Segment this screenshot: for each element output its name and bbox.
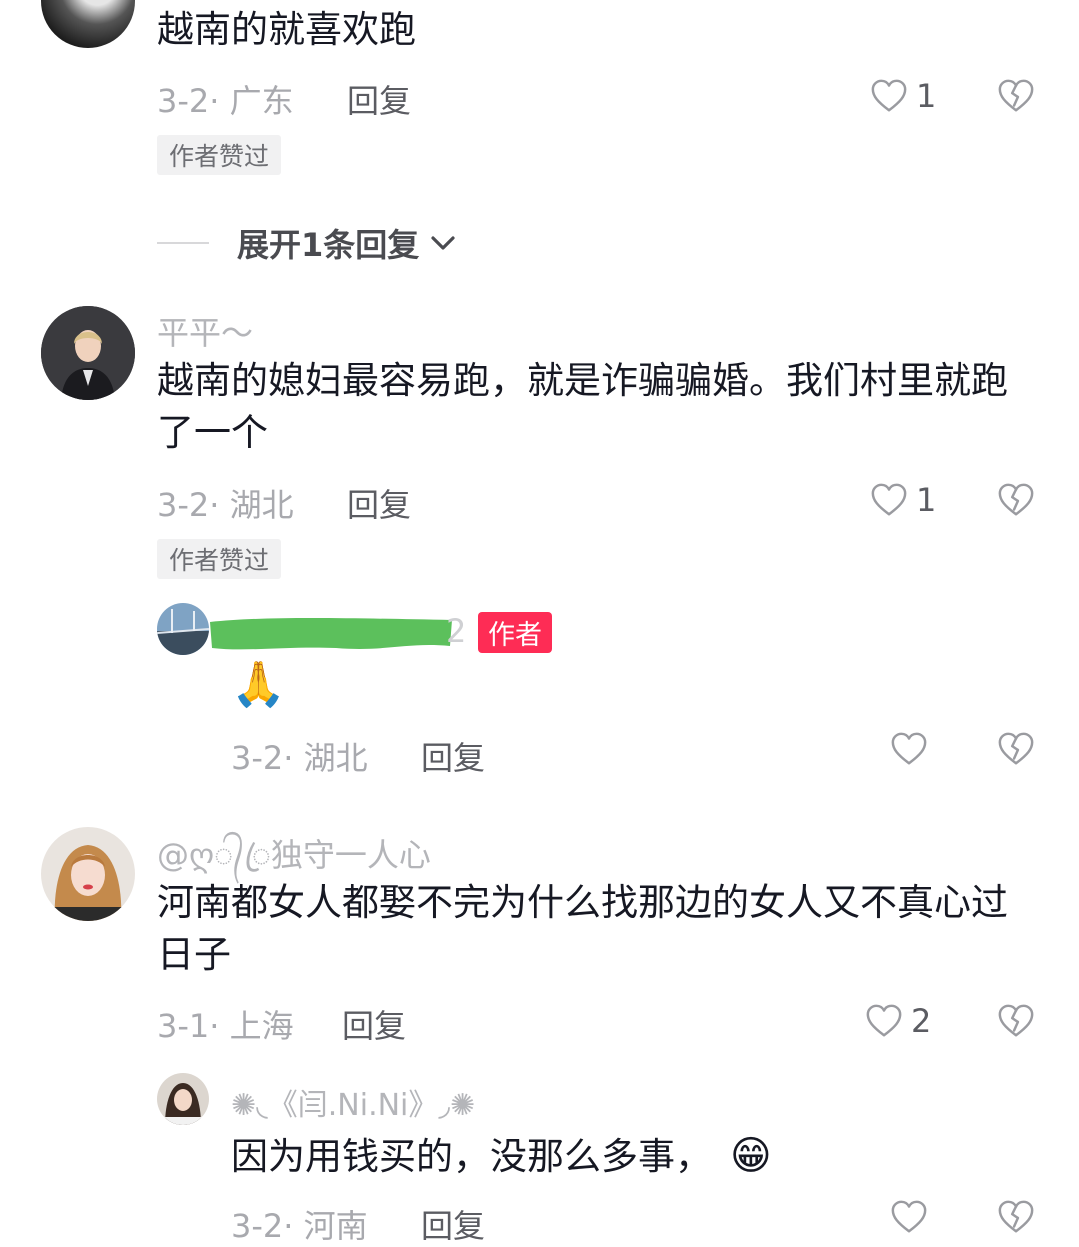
expand-replies-button[interactable]: 展开1条回复 [157,220,457,266]
comment-date: 3-1· 上海 [157,1007,294,1045]
avatar-image [41,306,135,400]
avatar[interactable] [41,0,135,48]
reply-button[interactable]: 回复 [347,480,411,526]
reply-emoji-folded-hands: 🙏 [231,659,286,710]
reply-avatar[interactable] [157,603,209,655]
reply-button[interactable]: 回复 [342,1001,406,1047]
broken-heart-icon[interactable] [997,730,1035,768]
chevron-down-icon [431,236,455,250]
heart-outline-icon[interactable] [890,1198,928,1236]
reply-button[interactable]: 回复 [347,76,411,122]
reply-date: 3-2· 湖北 [231,739,368,777]
like-button[interactable]: 1 [870,481,936,519]
username[interactable]: ✺◟《闫.Ni.Ni》◞✺ [231,1080,475,1124]
like-button[interactable]: 1 [870,77,936,115]
avatar[interactable] [41,827,135,921]
heart-outline-icon[interactable] [890,730,928,768]
reply-text: 因为用钱买的，没那么多事， 😁 [231,1130,1031,1183]
avatar[interactable] [41,306,135,400]
reply-button[interactable]: 回复 [421,1201,485,1247]
heart-outline-icon [870,481,908,519]
broken-heart-icon[interactable] [997,1198,1035,1236]
like-count: 1 [916,481,937,519]
author-liked-badge: 作者赞过 [157,135,282,175]
like-count: 1 [916,77,937,115]
redacted-username [210,618,452,650]
grinning-face-emoji: 😁 [730,1133,772,1179]
username-suffix: 2 [446,612,467,650]
author-liked-badge: 作者赞过 [157,539,282,579]
avatar-image [157,1073,209,1125]
author-badge: 作者 [478,612,552,653]
comment-text: 越南的媳妇最容易跑，就是诈骗骗婚。我们村里就跑了一个 [157,359,1008,454]
comment-text: 越南的就喜欢跑 [157,8,416,51]
reply-text-content: 因为用钱买的，没那么多事， [231,1135,712,1178]
broken-heart-icon[interactable] [997,77,1035,115]
like-button[interactable]: 2 [865,1002,931,1040]
comment-date: 3-2· 湖北 [157,486,294,524]
heart-outline-icon [865,1002,903,1040]
avatar-image [157,603,209,655]
avatar-image [41,827,135,921]
broken-heart-icon[interactable] [997,1002,1035,1040]
expand-replies-label: 展开1条回复 [237,226,420,264]
broken-heart-icon[interactable] [997,481,1035,519]
like-count: 2 [911,1002,932,1040]
comment-date: 3-2· 广东 [157,82,294,120]
username[interactable]: 平平～ [157,308,253,354]
reply-date: 3-2· 河南 [231,1207,368,1245]
reply-avatar[interactable] [157,1073,209,1125]
reply-button[interactable]: 回复 [421,733,485,779]
heart-outline-icon [870,77,908,115]
divider [157,242,209,244]
comment-text: 河南都女人都娶不完为什么找那边的女人又不真心过日子 [157,881,1008,976]
